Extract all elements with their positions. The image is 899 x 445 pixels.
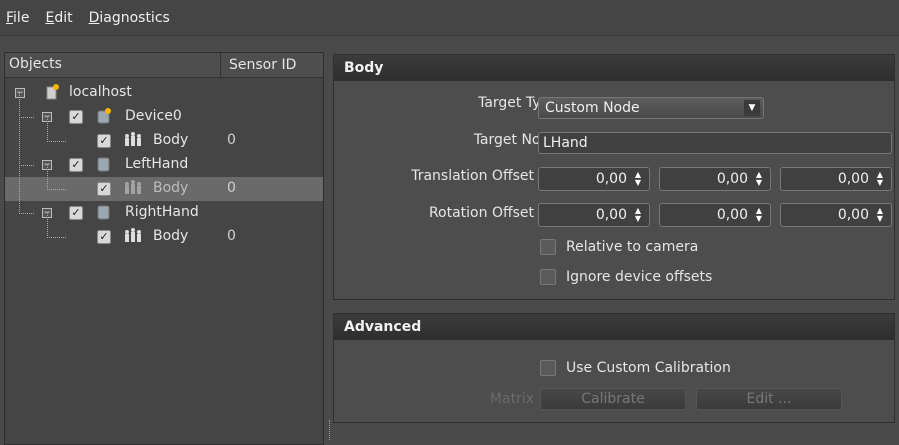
menu-diagnostics[interactable]: Diagnostics — [89, 10, 170, 26]
spin-arrows-icon[interactable]: ▲ ▼ — [873, 171, 887, 187]
server-icon — [46, 84, 59, 100]
menu-edit-label: dit — [54, 9, 73, 26]
target-node-value: LHand — [543, 135, 588, 151]
tree-label: Body — [153, 132, 189, 148]
translation-y-spinbox[interactable]: 0,00 ▲ ▼ — [659, 167, 771, 191]
device-icon — [97, 108, 111, 124]
edit-matrix-button[interactable]: Edit ... — [696, 388, 842, 410]
relative-to-camera-label: Relative to camera — [566, 239, 699, 255]
tree-label: RightHand — [125, 204, 199, 220]
rotation-z-spinbox[interactable]: 0,00 ▲ ▼ — [780, 203, 892, 227]
body-icon — [125, 180, 141, 194]
rotation-offset-label: Rotation Offset — [428, 205, 534, 221]
menu-file-label: ile — [13, 9, 30, 26]
spin-arrows-icon[interactable]: ▲ ▼ — [631, 171, 645, 187]
sensor-id: 0 — [227, 132, 236, 148]
tree-label: Device0 — [125, 108, 182, 124]
lefthand-checkbox[interactable]: ✓ — [69, 158, 83, 172]
checkbox-box[interactable] — [540, 269, 556, 285]
spin-arrows-icon[interactable]: ▲ ▼ — [873, 207, 887, 223]
menu-file[interactable]: File — [6, 10, 29, 26]
use-custom-calibration-checkbox[interactable]: Use Custom Calibration — [540, 360, 731, 376]
panel-splitter-handle[interactable] — [329, 420, 332, 440]
spin-arrows-icon[interactable]: ▲ ▼ — [752, 207, 766, 223]
body-section-title: Body — [334, 55, 894, 81]
menu-bar: File Edit Diagnostics — [0, 0, 899, 36]
spin-value: 0,00 — [595, 171, 627, 187]
ignore-device-offsets-checkbox[interactable]: Ignore device offsets — [540, 269, 712, 285]
chevron-down-icon: ▼ — [744, 100, 760, 116]
target-type-value: Custom Node — [545, 100, 640, 116]
tree-row-lefthand-body[interactable]: ✓ Body 0 — [5, 165, 323, 201]
checkbox-box[interactable] — [540, 239, 556, 255]
translation-x-spinbox[interactable]: 0,00 ▲ ▼ — [538, 167, 650, 191]
target-type-dropdown[interactable]: Custom Node ▼ — [538, 97, 764, 119]
spin-value: 0,00 — [837, 207, 869, 223]
tree-row-righthand-body[interactable]: ✓ Body 0 — [5, 225, 323, 249]
translation-z-spinbox[interactable]: 0,00 ▲ ▼ — [780, 167, 892, 191]
spin-arrows-icon[interactable]: ▲ ▼ — [631, 207, 645, 223]
device-icon — [97, 157, 110, 172]
spin-value: 0,00 — [716, 207, 748, 223]
rotation-y-spinbox[interactable]: 0,00 ▲ ▼ — [659, 203, 771, 227]
tree-row-device0-body[interactable]: ✓ Body 0 — [5, 129, 323, 153]
relative-to-camera-checkbox[interactable]: Relative to camera — [540, 239, 698, 255]
sensor-id: 0 — [227, 180, 236, 196]
spin-value: 0,00 — [595, 207, 627, 223]
tree-branch-line — [47, 165, 66, 190]
spin-value: 0,00 — [837, 171, 869, 187]
body-section: Body Target Type Custom Node ▼ Target No… — [333, 54, 895, 300]
menu-diagnostics-mnemonic: D — [88, 9, 100, 26]
tree-header: Objects Sensor ID — [5, 53, 323, 78]
column-header-sensor-id[interactable]: Sensor ID — [220, 53, 296, 77]
body-icon — [125, 228, 141, 242]
tree-label: Body — [153, 228, 189, 244]
tree-label: localhost — [69, 84, 132, 100]
advanced-section-title: Advanced — [334, 314, 894, 340]
matrix-label: Matrix — [489, 391, 534, 407]
target-node-field[interactable]: LHand — [538, 132, 892, 154]
body-icon — [125, 132, 141, 146]
column-header-objects[interactable]: Objects — [9, 56, 62, 72]
device-icon — [97, 205, 110, 220]
menu-edit[interactable]: Edit — [45, 10, 72, 26]
advanced-section: Advanced Use Custom Calibration Matrix C… — [333, 313, 895, 423]
use-custom-calibration-label: Use Custom Calibration — [566, 360, 731, 376]
tree-label: Body — [153, 180, 189, 196]
tree-label: LeftHand — [125, 156, 189, 172]
rotation-x-spinbox[interactable]: 0,00 ▲ ▼ — [538, 203, 650, 227]
righthand-checkbox[interactable]: ✓ — [69, 206, 83, 220]
calibrate-button[interactable]: Calibrate — [540, 388, 686, 410]
menu-diagnostics-label: iagnostics — [99, 9, 170, 26]
checkbox-box[interactable] — [540, 360, 556, 376]
menu-file-mnemonic: F — [6, 9, 14, 26]
righthand-body-checkbox[interactable]: ✓ — [97, 230, 111, 244]
device0-checkbox[interactable]: ✓ — [69, 110, 83, 124]
device0-body-checkbox[interactable]: ✓ — [97, 134, 111, 148]
spin-value: 0,00 — [716, 171, 748, 187]
ignore-device-offsets-label: Ignore device offsets — [566, 269, 713, 285]
menu-edit-mnemonic: E — [45, 9, 55, 26]
tree-row-localhost[interactable]: − localhost — [5, 81, 323, 105]
translation-offset-label: Translation Offset — [411, 168, 534, 184]
sensor-id: 0 — [227, 228, 236, 244]
lefthand-body-checkbox[interactable]: ✓ — [97, 182, 111, 196]
object-tree-panel: Objects Sensor ID − localhost − ✓ Device… — [4, 52, 324, 445]
spin-arrows-icon[interactable]: ▲ ▼ — [752, 171, 766, 187]
